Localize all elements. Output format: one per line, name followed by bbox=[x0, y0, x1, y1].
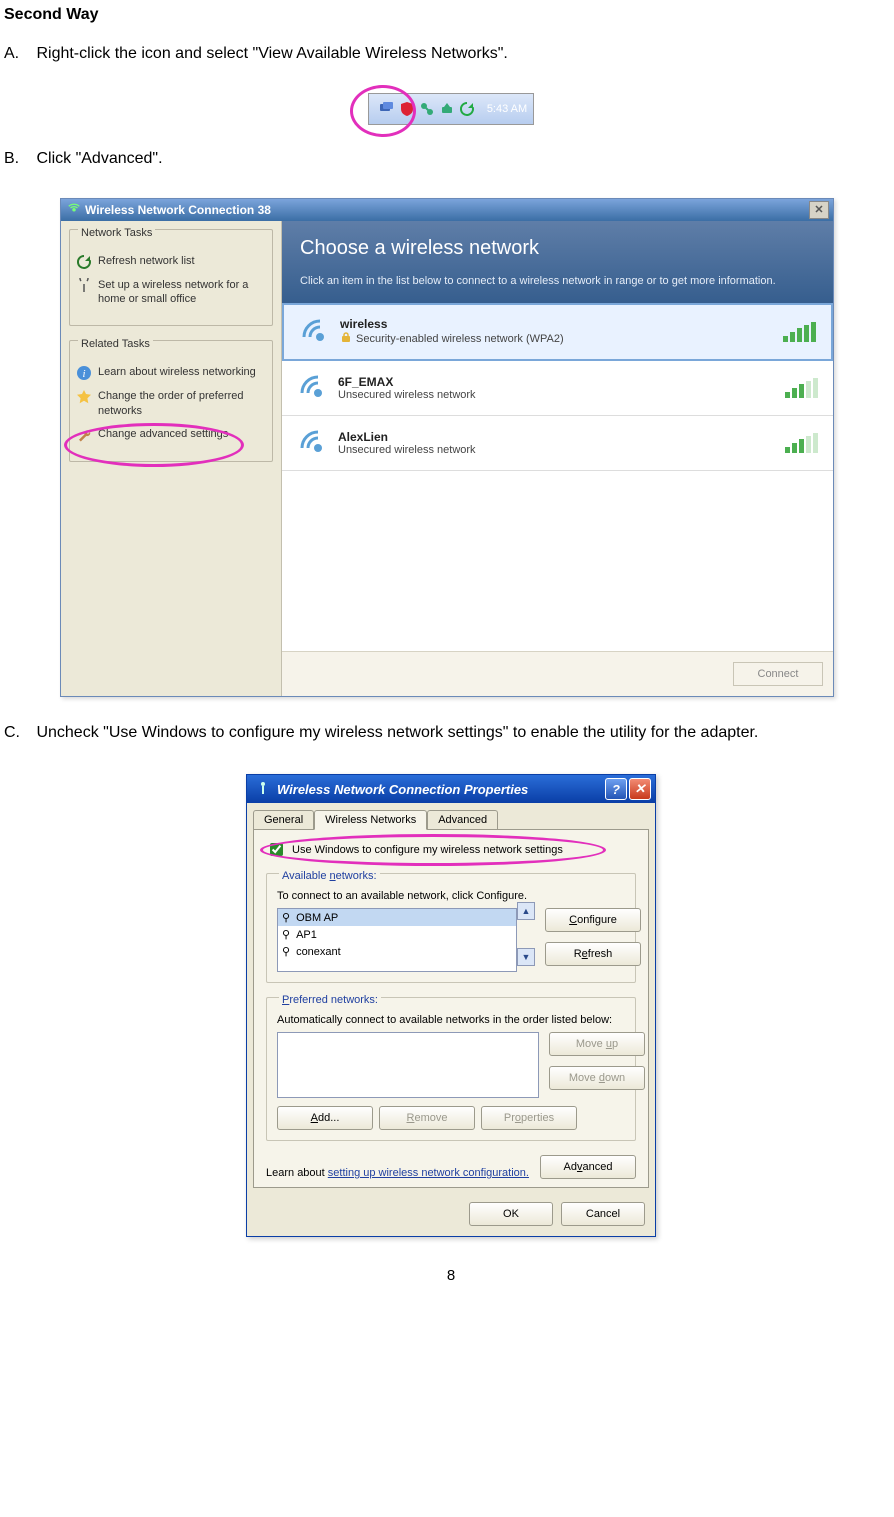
tray-clock: 5:43 AM bbox=[487, 103, 527, 115]
shield-icon[interactable] bbox=[399, 101, 415, 117]
wireless-signal-icon bbox=[294, 371, 328, 405]
close-button[interactable]: ✕ bbox=[629, 778, 651, 800]
network-item-alexlien[interactable]: AlexLien Unsecured wireless network bbox=[282, 416, 833, 471]
adapter-icon: ⚲ bbox=[282, 911, 290, 924]
network-name: wireless bbox=[340, 317, 783, 331]
scroll-down-button[interactable]: ▼ bbox=[517, 948, 535, 966]
tab-wireless-networks[interactable]: Wireless Networks bbox=[314, 810, 427, 830]
advanced-button[interactable]: Advanced bbox=[540, 1155, 636, 1179]
wrench-icon bbox=[76, 427, 92, 443]
related-tasks-legend: Related Tasks bbox=[78, 338, 153, 350]
choose-network-heading: Choose a wireless network bbox=[300, 237, 815, 260]
list-item: ⚲AP1 bbox=[278, 926, 516, 943]
setup-wireless-network-link[interactable]: Set up a wireless network for a home or … bbox=[76, 278, 266, 308]
change-advanced-settings-link[interactable]: Change advanced settings bbox=[76, 427, 266, 443]
remove-button[interactable]: Remove bbox=[379, 1106, 475, 1130]
close-button[interactable]: ✕ bbox=[809, 201, 829, 219]
signal-bars-icon bbox=[785, 378, 821, 398]
move-up-button[interactable]: Move up bbox=[549, 1032, 645, 1056]
connect-button[interactable]: Connect bbox=[733, 662, 823, 686]
step-b: B. Click "Advanced". bbox=[4, 145, 894, 174]
step-a: A. Right-click the icon and select "View… bbox=[4, 40, 894, 69]
titlebar: Wireless Network Connection 38 ✕ bbox=[61, 199, 833, 221]
wireless-signal-icon bbox=[296, 315, 330, 349]
network-item-wireless[interactable]: wireless Security-enabled wireless netwo… bbox=[282, 303, 833, 361]
monitor-icon[interactable] bbox=[379, 101, 395, 117]
properties-dialog: Wireless Network Connection Properties ?… bbox=[246, 774, 656, 1237]
network-icon[interactable] bbox=[419, 101, 435, 117]
network-list: wireless Security-enabled wireless netwo… bbox=[282, 303, 833, 651]
properties-title: Wireless Network Connection Properties bbox=[277, 782, 528, 797]
star-icon bbox=[76, 389, 92, 405]
properties-button[interactable]: Properties bbox=[481, 1106, 577, 1130]
antenna-icon bbox=[76, 278, 92, 294]
list-item: ⚲conexant bbox=[278, 943, 516, 960]
refresh-button[interactable]: Refresh bbox=[545, 942, 641, 966]
svg-text:i: i bbox=[82, 368, 85, 380]
adapter-icon: ⚲ bbox=[282, 945, 290, 958]
refresh-icon[interactable] bbox=[459, 101, 475, 117]
task-pane: Network Tasks Refresh network list Set u… bbox=[61, 221, 281, 696]
network-name: 6F_EMAX bbox=[338, 375, 785, 389]
wireless-icon bbox=[67, 201, 81, 218]
network-name: AlexLien bbox=[338, 430, 785, 444]
preferred-networks-list[interactable] bbox=[277, 1032, 539, 1098]
signal-bars-icon bbox=[785, 433, 821, 453]
step-b-label: B. bbox=[4, 145, 32, 174]
step-a-text: Right-click the icon and select "View Av… bbox=[36, 45, 507, 62]
signal-bars-icon bbox=[783, 322, 819, 342]
change-order-link[interactable]: Change the order of preferred networks bbox=[76, 389, 266, 419]
use-windows-checkbox[interactable] bbox=[270, 843, 283, 856]
ok-button[interactable]: OK bbox=[469, 1202, 553, 1226]
window-title: Wireless Network Connection 38 bbox=[85, 203, 271, 217]
configure-button[interactable]: Configure bbox=[545, 908, 641, 932]
learn-link-text: Learn about setting up wireless network … bbox=[266, 1167, 529, 1179]
preferred-hint: Automatically connect to available netwo… bbox=[277, 1014, 625, 1026]
network-type-label: Unsecured wireless network bbox=[338, 444, 476, 456]
refresh-icon bbox=[76, 254, 92, 270]
network-type-label: Unsecured wireless network bbox=[338, 389, 476, 401]
move-down-button[interactable]: Move down bbox=[549, 1066, 645, 1090]
step-c-label: C. bbox=[4, 715, 32, 750]
lock-icon bbox=[340, 331, 352, 346]
available-networks-list[interactable]: ⚲OBM AP ⚲AP1 ⚲conexant bbox=[277, 908, 517, 972]
scroll-up-button[interactable]: ▲ bbox=[517, 902, 535, 920]
preferred-networks-legend: Preferred networks: bbox=[279, 994, 381, 1006]
tab-strip: General Wireless Networks Advanced bbox=[247, 803, 655, 829]
step-c-text: Uncheck "Use Windows to configure my wir… bbox=[36, 724, 758, 741]
add-button[interactable]: Add... bbox=[277, 1106, 373, 1130]
wireless-icon bbox=[255, 780, 271, 799]
refresh-network-list-link[interactable]: Refresh network list bbox=[76, 254, 266, 270]
list-item: ⚲OBM AP bbox=[278, 909, 516, 926]
available-hint: To connect to an available network, clic… bbox=[277, 890, 625, 902]
properties-titlebar: Wireless Network Connection Properties ?… bbox=[247, 775, 655, 803]
step-a-label: A. bbox=[4, 40, 32, 69]
tab-general[interactable]: General bbox=[253, 810, 314, 830]
learn-wireless-link[interactable]: i Learn about wireless networking bbox=[76, 365, 266, 381]
step-c: C. Uncheck "Use Windows to configure my … bbox=[4, 715, 894, 750]
safely-remove-icon[interactable] bbox=[439, 101, 455, 117]
page-number: 8 bbox=[4, 1267, 894, 1284]
info-icon: i bbox=[76, 365, 92, 381]
network-type-label: Security-enabled wireless network (WPA2) bbox=[356, 333, 564, 345]
help-button[interactable]: ? bbox=[605, 778, 627, 800]
wireless-connection-window: Wireless Network Connection 38 ✕ Network… bbox=[60, 198, 834, 697]
heading-second-way: Second Way bbox=[4, 6, 894, 24]
step-b-text: Click "Advanced". bbox=[36, 150, 162, 167]
tab-advanced[interactable]: Advanced bbox=[427, 810, 498, 830]
learn-link[interactable]: setting up wireless network configuratio… bbox=[328, 1167, 529, 1179]
use-windows-checkbox-label: Use Windows to configure my wireless net… bbox=[292, 844, 563, 856]
network-tasks-legend: Network Tasks bbox=[78, 227, 155, 239]
cancel-button[interactable]: Cancel bbox=[561, 1202, 645, 1226]
network-item-6f-emax[interactable]: 6F_EMAX Unsecured wireless network bbox=[282, 361, 833, 416]
choose-network-subtitle: Click an item in the list below to conne… bbox=[300, 274, 815, 289]
adapter-icon: ⚲ bbox=[282, 928, 290, 941]
wireless-signal-icon bbox=[294, 426, 328, 460]
available-networks-legend: Available networks: bbox=[279, 870, 380, 882]
system-tray: 5:43 AM bbox=[368, 93, 534, 125]
